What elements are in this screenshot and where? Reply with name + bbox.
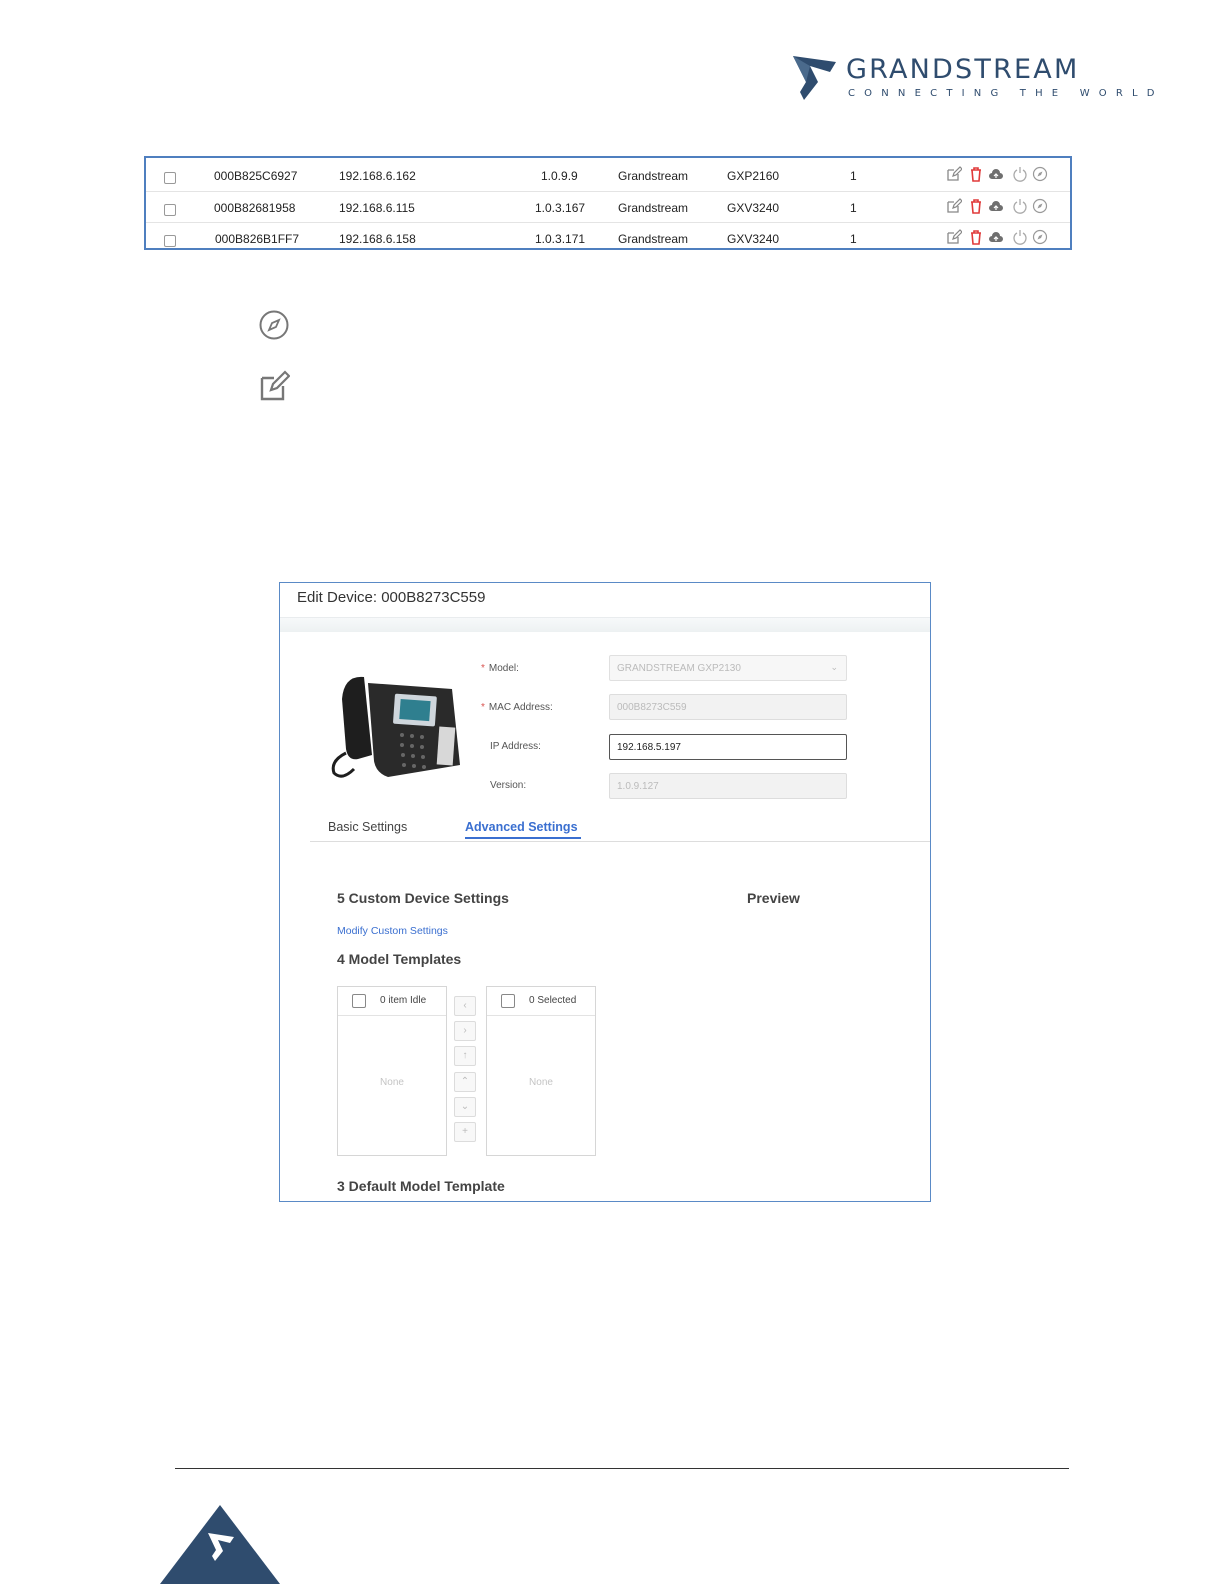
move-bottom-button[interactable]: + [454,1122,476,1142]
vendor-cell: Grandstream [618,169,689,183]
accounts-cell: 1 [850,201,857,215]
mac-cell: 000B826B1FF7 [215,232,300,246]
table-row[interactable]: 000B826B1FF7 192.168.6.158 1.0.3.171 Gra… [146,222,1070,254]
move-up-button[interactable]: ⌃ [454,1072,476,1092]
vendor-cell: Grandstream [618,232,689,246]
delete-icon[interactable] [968,229,984,245]
tab-divider [310,841,930,842]
model-templates-heading: 4 Model Templates [337,951,462,967]
model-cell: GXV3240 [727,201,780,215]
selected-templates-list: 0 Selected None [486,986,596,1156]
move-top-button[interactable]: ↑ [454,1046,476,1066]
delete-icon[interactable] [968,166,984,182]
mac-cell: 000B825C6927 [214,169,298,183]
model-cell: GXV3240 [727,232,780,246]
accounts-cell: 1 [850,232,857,246]
mac-cell: 000B82681958 [214,201,296,215]
compass-icon [259,310,289,340]
version-label: Version: [490,780,527,791]
power-icon[interactable] [1012,229,1028,245]
idle-templates-list: 0 item Idle None [337,986,447,1156]
move-down-button[interactable]: ⌄ [454,1097,476,1117]
ip-address-input[interactable]: 192.168.5.197 [609,734,847,760]
accounts-cell: 1 [850,169,857,183]
compass-icon[interactable] [1032,229,1048,245]
move-left-button[interactable]: ‹ [454,996,476,1016]
custom-settings-heading: 5 Custom Device Settings [337,890,509,906]
edit-device-dialog: Edit Device: 000B8273C559 * Model: GRANDS… [279,582,931,1202]
edit-icon [260,370,290,401]
grandstream-logo: GRANDSTREAM CONNECTING THE WORLD [790,52,1154,106]
edit-icon[interactable] [946,198,962,214]
selected-count-label: 0 Selected [529,995,577,1006]
phone-image [331,676,460,778]
selected-list-header: 0 Selected [487,987,595,1016]
dialog-header-band [280,617,930,632]
table-row[interactable]: 000B82681958 192.168.6.115 1.0.3.167 Gra… [146,191,1070,223]
device-table: 000B825C6927 192.168.6.162 1.0.9.9 Grand… [144,156,1072,250]
ip-cell: 192.168.6.115 [339,201,415,215]
edit-icon[interactable] [946,166,962,182]
vendor-cell: Grandstream [618,201,689,215]
edit-icon[interactable] [946,229,962,245]
tab-basic-settings[interactable]: Basic Settings [328,820,407,834]
model-cell: GXP2160 [727,169,780,183]
selected-empty-text: None [529,1077,553,1088]
cloud-upload-icon[interactable] [988,229,1004,245]
model-select[interactable]: GRANDSTREAM GXP2130 ⌄ [609,655,847,681]
idle-empty-text: None [380,1077,404,1088]
cloud-upload-icon[interactable] [988,198,1004,214]
footer-divider [175,1468,1069,1469]
default-template-heading: 3 Default Model Template [337,1178,505,1194]
chevron-down-icon: ⌄ [830,662,838,672]
idle-list-header: 0 item Idle [338,987,446,1016]
grandstream-logo-icon [793,56,836,100]
ip-cell: 192.168.6.162 [339,169,416,183]
compass-icon[interactable] [1032,166,1048,182]
brand-name: GRANDSTREAM [846,54,1080,85]
model-label: * Model: [481,663,519,674]
version-cell: 1.0.3.171 [535,232,586,246]
mac-label: * MAC Address: [481,702,553,713]
power-icon[interactable] [1012,166,1028,182]
ip-label: IP Address: [490,741,541,752]
version-cell: 1.0.9.9 [541,169,578,183]
modify-custom-settings-link[interactable]: Modify Custom Settings [337,925,448,937]
row-checkbox[interactable] [164,172,176,184]
row-checkbox[interactable] [164,204,176,216]
move-right-button[interactable]: › [454,1021,476,1041]
compass-icon[interactable] [1032,198,1048,214]
table-row[interactable]: 000B825C6927 192.168.6.162 1.0.9.9 Grand… [146,160,1070,191]
version-cell: 1.0.3.167 [535,201,586,215]
ip-cell: 192.168.6.158 [339,232,416,246]
cloud-upload-icon[interactable] [988,166,1004,182]
power-icon[interactable] [1012,198,1028,214]
active-tab-indicator [465,837,581,839]
idle-select-all-checkbox[interactable] [352,994,366,1008]
dialog-title: Edit Device: 000B8273C559 [297,589,486,606]
preview-heading: Preview [747,890,800,906]
row-checkbox[interactable] [164,235,176,247]
footer-logo-badge [160,1505,280,1584]
tab-advanced-settings[interactable]: Advanced Settings [465,820,578,834]
selected-select-all-checkbox[interactable] [501,994,515,1008]
mac-address-field: 000B8273C559 [609,694,847,720]
version-field: 1.0.9.127 [609,773,847,799]
idle-count-label: 0 item Idle [380,995,427,1006]
brand-tagline: CONNECTING THE WORLD [848,88,1164,99]
delete-icon[interactable] [968,198,984,214]
